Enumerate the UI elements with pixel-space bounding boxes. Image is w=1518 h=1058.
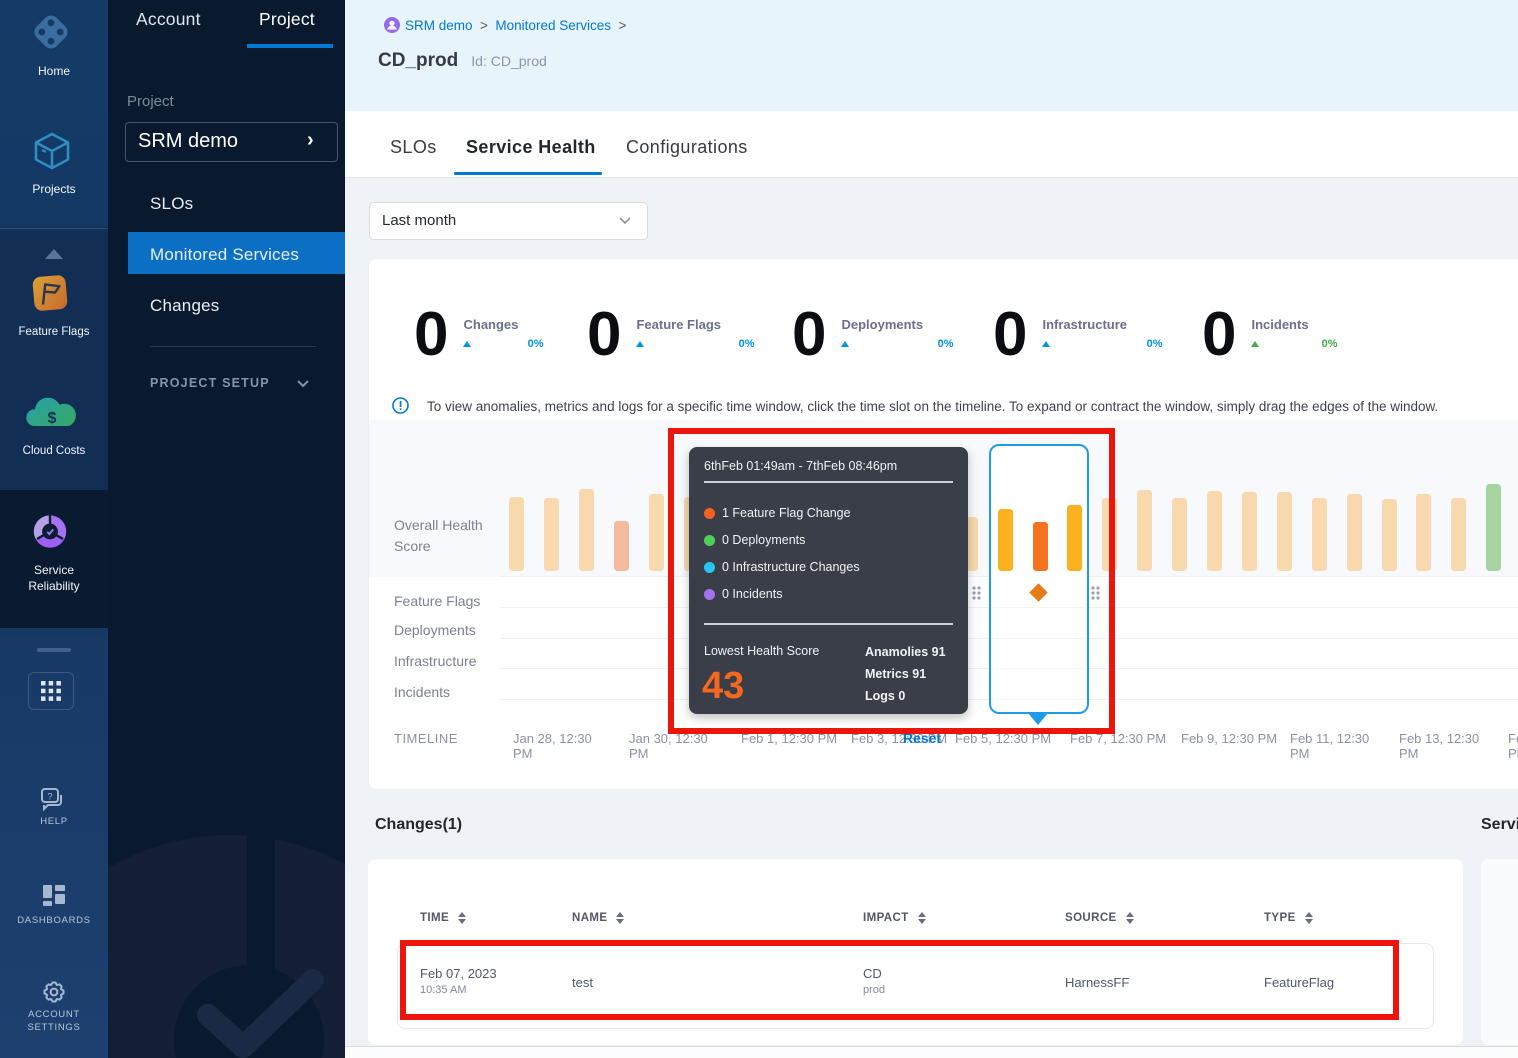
svg-text:$: $ (48, 410, 57, 427)
svg-text:?: ? (47, 792, 52, 802)
